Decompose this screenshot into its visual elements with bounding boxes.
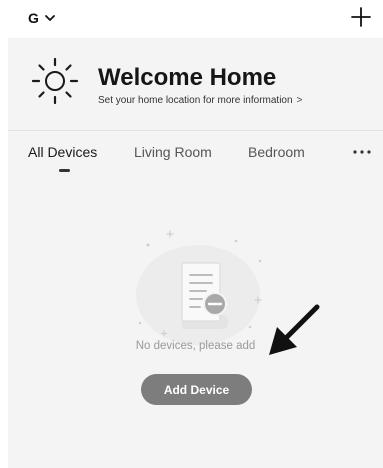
- chevron-right-icon: >: [296, 95, 303, 106]
- home-name: G: [28, 10, 39, 26]
- divider: [8, 130, 383, 131]
- tab-living-room[interactable]: Living Room: [134, 144, 212, 160]
- set-location-link[interactable]: Set your home location for more informat…: [98, 95, 302, 106]
- more-dots-icon[interactable]: [352, 144, 372, 160]
- active-tab-indicator: [59, 169, 70, 172]
- arrow-pointer-icon: [269, 304, 320, 355]
- tab-all-devices[interactable]: All Devices: [28, 144, 97, 160]
- set-location-text: Set your home location for more informat…: [98, 95, 293, 106]
- tab-bedroom[interactable]: Bedroom: [248, 144, 305, 160]
- chevron-down-icon: [44, 15, 55, 21]
- welcome-title: Welcome Home: [98, 64, 277, 91]
- home-panel: Welcome Home Set your home location for …: [8, 38, 383, 468]
- top-bar: G: [0, 0, 383, 38]
- empty-state-message: No devices, please add: [135, 340, 256, 352]
- add-device-button[interactable]: Add Device: [141, 374, 252, 405]
- home-switcher[interactable]: G: [28, 8, 56, 28]
- empty-device-list-icon: [136, 230, 262, 345]
- sun-icon: [31, 57, 79, 105]
- plus-icon[interactable]: [349, 5, 373, 29]
